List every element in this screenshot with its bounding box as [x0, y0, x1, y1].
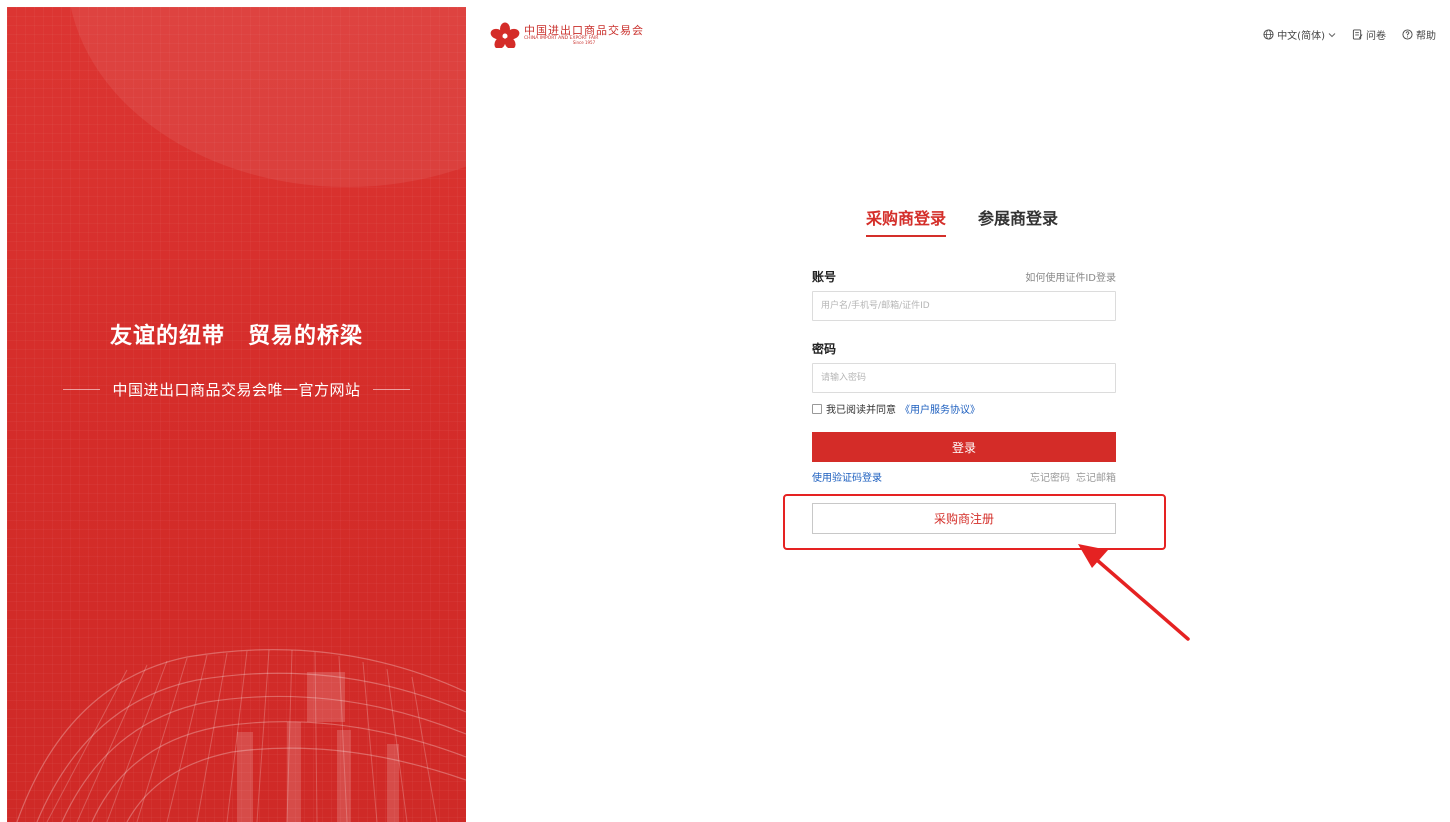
language-label: 中文(简体)	[1277, 31, 1325, 42]
login-form: 账号 如何使用证件ID登录 密码 我已阅读并同意 《用户服务协议》 登录 使用验…	[812, 268, 1116, 534]
canton-fair-logo-icon	[490, 22, 520, 48]
canton-fair-logo[interactable]: 中国进出口商品交易会 CHINA IMPORT AND EXPORT FAIR …	[490, 22, 644, 48]
globe-icon	[1263, 29, 1274, 40]
tab-exhibitor-login[interactable]: 参展商登录	[978, 205, 1058, 237]
language-selector[interactable]: 中文(简体)	[1263, 27, 1336, 42]
account-label: 账号	[812, 270, 837, 284]
login-button[interactable]: 登录	[812, 432, 1116, 462]
user-agreement-link[interactable]: 《用户服务协议》	[900, 401, 980, 416]
password-input[interactable]	[812, 363, 1116, 393]
help-label: 帮助	[1416, 31, 1436, 42]
password-label-row: 密码	[812, 340, 1116, 357]
hero-banner: 友谊的纽带 贸易的桥梁 中国进出口商品交易会唯一官方网站	[7, 7, 466, 822]
account-label-row: 账号 如何使用证件ID登录	[812, 268, 1116, 285]
help-link[interactable]: 帮助	[1402, 27, 1436, 42]
account-input[interactable]	[812, 291, 1116, 321]
logo-since: Since 1957	[572, 40, 596, 46]
subline-right-rule	[372, 388, 410, 390]
exhibition-hall-illustration	[16, 649, 466, 822]
banner-subline-text: 中国进出口商品交易会唯一官方网站	[112, 380, 361, 399]
chevron-down-icon	[1328, 32, 1336, 37]
agreement-checkbox[interactable]	[812, 403, 822, 414]
annotation-arrow	[1078, 544, 1190, 641]
banner-slogan: 友谊的纽带 贸易的桥梁	[109, 324, 363, 349]
forgot-email-link[interactable]: 忘记邮箱	[1076, 469, 1116, 484]
forgot-password-link[interactable]: 忘记密码	[1030, 469, 1070, 484]
cert-id-login-help-link[interactable]: 如何使用证件ID登录	[1025, 269, 1116, 284]
password-label: 密码	[812, 342, 837, 356]
survey-link[interactable]: 问卷	[1352, 27, 1386, 42]
survey-icon	[1352, 29, 1363, 40]
help-circle-icon	[1402, 29, 1413, 40]
banner-subline: 中国进出口商品交易会唯一官方网站	[7, 379, 466, 399]
logo-text-cn: 中国进出口商品交易会	[524, 23, 644, 37]
login-links-row: 使用验证码登录 忘记密码 忘记邮箱	[812, 469, 1116, 484]
subline-left-rule	[63, 388, 101, 390]
survey-label: 问卷	[1366, 31, 1386, 42]
top-nav: 中文(简体) 问卷 帮助	[1263, 27, 1436, 42]
login-tabs: 采购商登录 参展商登录	[866, 205, 1058, 237]
sms-code-login-link[interactable]: 使用验证码登录	[812, 469, 882, 484]
agreement-row: 我已阅读并同意 《用户服务协议》	[812, 401, 1116, 416]
logo-wordmark: 中国进出口商品交易会 CHINA IMPORT AND EXPORT FAIR …	[524, 25, 644, 46]
buyer-register-button[interactable]: 采购商注册	[812, 503, 1116, 534]
tab-buyer-login[interactable]: 采购商登录	[866, 205, 947, 237]
agreement-prefix: 我已阅读并同意	[826, 405, 896, 416]
forgot-links: 忘记密码 忘记邮箱	[1030, 469, 1116, 484]
